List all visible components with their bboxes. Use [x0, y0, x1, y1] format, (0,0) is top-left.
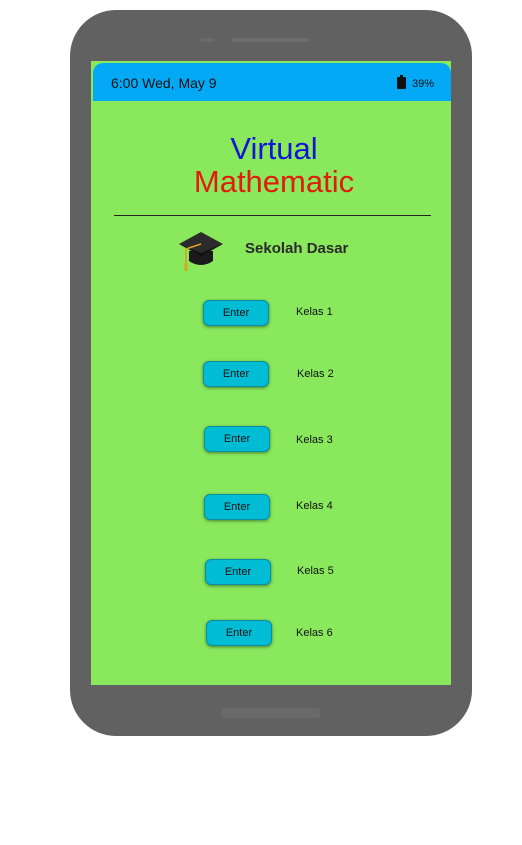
enter-button-kelas-1[interactable]: Enter	[203, 300, 269, 326]
phone-camera	[200, 38, 214, 42]
enter-button-kelas-4[interactable]: Enter	[204, 494, 270, 520]
enter-button-kelas-2[interactable]: Enter	[203, 361, 269, 387]
graduation-cap-icon	[177, 229, 223, 273]
app-title-mathematic: Mathematic	[193, 164, 355, 199]
enter-button-kelas-3[interactable]: Enter	[204, 426, 270, 452]
kelas-4-label: Kelas 4	[296, 500, 333, 512]
app-screen: 6:00 Wed, May 9 39% Virtual Mathematic S…	[91, 61, 451, 685]
kelas-2-label: Kelas 2	[297, 368, 334, 380]
phone-home-button[interactable]	[221, 708, 321, 718]
battery-icon	[397, 75, 406, 89]
title-divider	[114, 215, 431, 216]
app-title-virtual: Virtual	[230, 131, 318, 166]
status-time-date: 6:00 Wed, May 9	[111, 75, 217, 91]
kelas-6-label: Kelas 6	[296, 627, 333, 639]
kelas-5-label: Kelas 5	[297, 565, 334, 577]
kelas-1-label: Kelas 1	[296, 306, 333, 318]
kelas-3-label: Kelas 3	[296, 434, 333, 446]
phone-speaker	[232, 38, 310, 42]
enter-button-kelas-6[interactable]: Enter	[206, 620, 272, 646]
status-bar: 6:00 Wed, May 9 39%	[93, 63, 451, 101]
battery-percent: 39%	[412, 78, 435, 90]
section-title: Sekolah Dasar	[245, 240, 349, 257]
enter-button-kelas-5[interactable]: Enter	[205, 559, 271, 585]
